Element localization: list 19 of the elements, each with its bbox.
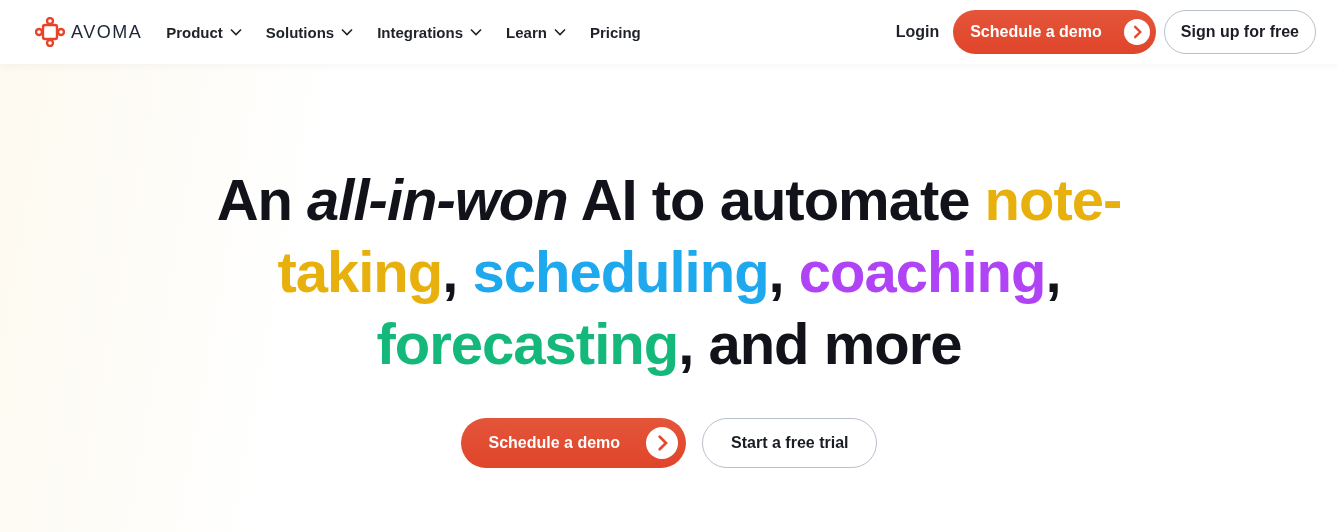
nav-link[interactable]: Pricing	[589, 23, 641, 41]
schedule-demo-button[interactable]: Schedule a demo	[460, 418, 687, 468]
headline: An all-in-won AI to automate note- taking, scheduling, coaching, forecasting, and more	[216, 166, 1122, 378]
logo-wordmark[interactable]: AVOMA	[71, 21, 143, 43]
chevron-down-icon	[229, 28, 242, 36]
schedule-demo-button[interactable]: Schedule a demo	[953, 10, 1156, 54]
arrow-right-icon	[1123, 19, 1150, 45]
chevron-down-icon	[470, 28, 483, 36]
free-trial-button[interactable]: Start a free trial	[702, 418, 878, 468]
nav-link[interactable]: Product	[166, 23, 242, 41]
nav-link[interactable]: Integrations	[377, 23, 483, 41]
chevron-down-icon	[341, 28, 354, 36]
arrow-right-icon	[646, 427, 679, 459]
nav-link[interactable]: Solutions	[265, 23, 354, 41]
sign-up-button[interactable]: Sign up for free	[1163, 10, 1316, 54]
logo-icon	[35, 17, 65, 47]
chevron-down-icon	[553, 28, 566, 36]
login-link[interactable]: Login	[895, 23, 940, 41]
nav-link[interactable]: Learn	[506, 23, 566, 41]
